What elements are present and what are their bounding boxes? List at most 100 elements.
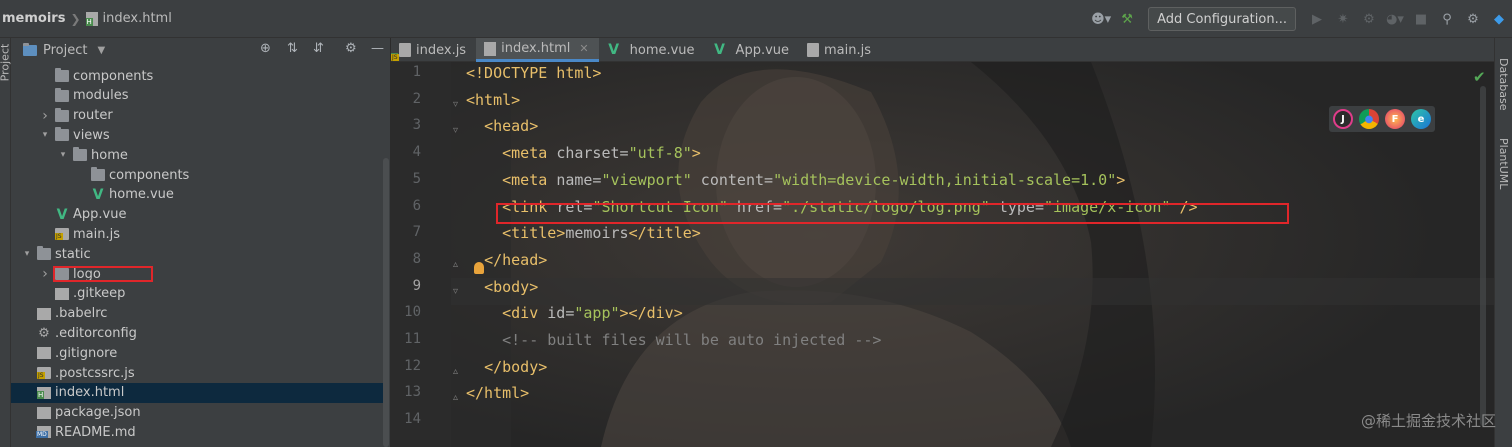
fold-icon[interactable]: ▵ [453, 392, 463, 403]
tab-index-html[interactable]: index.html ✕ [476, 38, 599, 62]
tree-item-label: main.js [73, 226, 120, 242]
firefox-icon[interactable]: F [1385, 109, 1405, 129]
code-line[interactable]: <!DOCTYPE html> [466, 64, 601, 82]
tree-item[interactable]: package.json [11, 403, 383, 423]
tree-item[interactable]: .gitignore [11, 343, 383, 363]
line-number: 11 [404, 331, 421, 347]
tab-App-vue[interactable]: V App.vue [705, 38, 799, 62]
coverage-icon[interactable]: ⚙ [1356, 0, 1382, 38]
debug-icon[interactable]: ✷ [1330, 0, 1356, 38]
code-line[interactable]: <meta charset="utf-8"> [466, 144, 701, 162]
vue-file-icon: V [92, 186, 104, 203]
collapse-all-icon[interactable]: ⇵ [313, 41, 324, 56]
code-line[interactable]: </html> [466, 384, 529, 402]
breadcrumb-project[interactable]: memoirs [2, 11, 65, 26]
database-tool-button[interactable]: Database [1497, 58, 1510, 111]
code-line[interactable]: <head> [466, 117, 538, 135]
breadcrumb-file[interactable]: index.html [103, 11, 172, 26]
tree-item-label: components [109, 167, 190, 183]
tree-item[interactable]: ⚙ .editorconfig [11, 323, 383, 343]
line-number: 12 [404, 357, 421, 374]
chevron-down-icon[interactable]: ▼ [97, 45, 105, 56]
tree-item[interactable]: modules [11, 86, 383, 106]
code-token: charset= [556, 144, 629, 163]
html-file-icon [85, 11, 98, 26]
tree-item[interactable]: Vhome.vue [11, 185, 383, 205]
code-token: <meta [502, 144, 557, 163]
fold-icon[interactable]: ▵ [453, 259, 463, 270]
json-file-icon [37, 406, 51, 419]
folder-icon [55, 107, 69, 122]
chevron-down-icon[interactable]: ▾ [57, 150, 69, 160]
lightbulb-icon[interactable] [474, 262, 484, 274]
folder-icon [73, 147, 87, 162]
close-icon[interactable]: ✕ [579, 42, 588, 55]
tree-item[interactable]: .babelrc [11, 304, 383, 324]
folder-icon [37, 246, 51, 261]
code-token: <html> [466, 90, 521, 109]
folder-icon [55, 87, 69, 102]
fold-icon[interactable]: ▿ [453, 125, 463, 136]
locate-icon[interactable]: ⊕ [260, 41, 271, 56]
profile-icon[interactable]: ◕▾ [1382, 0, 1408, 38]
project-panel-header: Project ▼ ⊕ ⇅ ⇵ ⚙ — [11, 38, 390, 62]
folder-icon [55, 127, 69, 142]
chevron-down-icon[interactable]: ▾ [39, 130, 51, 140]
chevron-down-icon[interactable]: ▾ [21, 249, 33, 259]
gear-icon[interactable]: ⚙ [345, 41, 357, 56]
search-icon[interactable]: ⚲ [1434, 0, 1460, 38]
run-icon[interactable]: ▶ [1304, 0, 1330, 38]
add-configuration-button[interactable]: Add Configuration... [1148, 7, 1296, 31]
stop-icon[interactable]: ■ [1408, 0, 1434, 38]
tree-item[interactable]: README.md [11, 422, 383, 442]
plantuml-tool-button[interactable]: PlantUML [1497, 138, 1510, 189]
tree-item[interactable]: .postcssrc.js [11, 363, 383, 383]
code-line[interactable]: <!-- built files will be auto injected -… [466, 331, 881, 349]
edge-icon[interactable]: e [1411, 109, 1431, 129]
editor-scrollbar[interactable] [1480, 86, 1486, 426]
gear-icon[interactable]: ⚙ [1460, 0, 1486, 38]
tab-index-js[interactable]: index.js [391, 38, 476, 62]
tab-home-vue[interactable]: Vhome.vue [599, 38, 705, 62]
chevron-right-icon[interactable]: › [39, 108, 51, 124]
code-line[interactable]: <div id="app"></div> [466, 304, 683, 322]
tree-item[interactable]: ▾ static [11, 244, 383, 264]
file-file-icon [37, 347, 51, 360]
fold-icon[interactable]: ▿ [453, 286, 463, 297]
tree-item[interactable]: .gitkeep [11, 284, 383, 304]
minimize-icon[interactable]: — [371, 41, 384, 56]
code-line[interactable]: <body> [466, 278, 538, 296]
tree-item[interactable]: ▾ home [11, 145, 383, 165]
code-line[interactable]: </body> [466, 358, 547, 376]
code-token: > [1116, 170, 1126, 189]
toolbar: ☻▾ ⚒ Add Configuration... ▶ ✷ ⚙ ◕▾ ■ ⚲ ⚙… [1088, 0, 1512, 38]
config-file-icon: ⚙ [38, 325, 50, 341]
code-line[interactable]: <html> [466, 91, 520, 109]
jetbrains-icon[interactable]: J [1333, 109, 1353, 129]
tree-item[interactable]: › router [11, 106, 383, 126]
user-icon[interactable]: ☻▾ [1088, 0, 1114, 38]
toolbox-icon[interactable]: ◆ [1486, 0, 1512, 38]
chrome-icon[interactable]: ● [1359, 109, 1379, 129]
project-view-selector[interactable]: Project [43, 43, 87, 58]
tree-item[interactable]: main.js [11, 224, 383, 244]
fold-icon[interactable]: ▿ [453, 99, 463, 110]
chevron-right-icon[interactable]: › [39, 266, 51, 282]
code-token: <head> [484, 117, 539, 136]
scrollbar[interactable] [383, 158, 389, 447]
build-hammer-icon[interactable]: ⚒ [1114, 0, 1140, 38]
code-line[interactable]: <title>memoirs</title> [466, 224, 701, 242]
expand-all-icon[interactable]: ⇅ [287, 41, 298, 56]
code-line[interactable]: <meta name="viewport" content="width=dev… [466, 171, 1125, 189]
fold-icon[interactable]: ▵ [453, 366, 463, 377]
tree-item[interactable]: index.html [11, 382, 383, 403]
check-icon[interactable]: ✔ [1473, 68, 1486, 86]
tree-item[interactable]: V App.vue [11, 205, 383, 225]
tree-item[interactable]: ▾ views [11, 125, 383, 145]
tree-item[interactable]: components [11, 66, 383, 86]
tree-item[interactable]: components [11, 165, 383, 185]
project-tool-button[interactable]: Project [0, 44, 11, 82]
line-number: 13 [404, 384, 421, 401]
tab-main-js[interactable]: main.js [799, 38, 881, 62]
